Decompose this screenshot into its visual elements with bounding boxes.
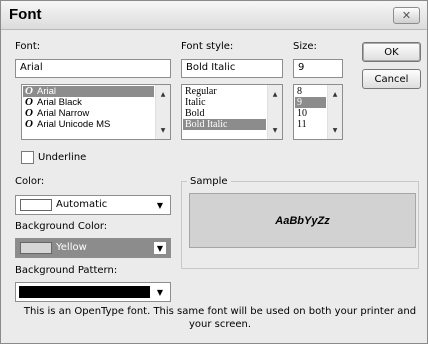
font-name-input[interactable]: Arial: [15, 59, 171, 78]
background-color-swatch: [20, 242, 52, 254]
underline-label[interactable]: Underline: [38, 152, 86, 163]
color-swatch: [20, 199, 52, 211]
size-list[interactable]: 8 9 10 11 ▲ ▼: [293, 84, 343, 140]
chevron-down-icon[interactable]: ▼: [154, 286, 166, 298]
font-style-input[interactable]: Bold Italic: [181, 59, 283, 78]
font-list-scrollbar[interactable]: ▲ ▼: [155, 85, 170, 139]
scroll-down-icon[interactable]: ▼: [156, 123, 170, 137]
list-item[interactable]: Bold: [183, 108, 266, 119]
font-list-item[interactable]: O Arial Narrow: [23, 108, 154, 120]
background-color-value: Yellow: [56, 242, 87, 253]
background-color-dropdown[interactable]: Yellow ▼: [15, 238, 171, 258]
font-style-list[interactable]: Regular Italic Bold Bold Italic ▲ ▼: [181, 84, 283, 140]
list-item[interactable]: 8: [295, 86, 326, 97]
cancel-button[interactable]: Cancel: [362, 69, 421, 89]
background-pattern-dropdown[interactable]: ▼: [15, 282, 171, 302]
close-button[interactable]: ✕: [393, 7, 420, 24]
font-label: Font:: [15, 41, 41, 52]
list-item[interactable]: 11: [295, 119, 326, 130]
close-icon: ✕: [401, 9, 412, 22]
font-list-item-label: Arial Unicode MS: [37, 119, 111, 130]
font-list-item-label: Arial: [37, 86, 57, 97]
dialog-title: Font: [9, 6, 42, 23]
list-item[interactable]: Italic: [183, 97, 266, 108]
font-list-items: O Arial O Arial Black O Arial Narrow O Arial Un…: [23, 86, 154, 138]
size-scrollbar[interactable]: ▲ ▼: [327, 85, 342, 139]
list-item[interactable]: Bold Italic: [183, 119, 266, 130]
scroll-up-icon[interactable]: ▲: [328, 87, 342, 101]
font-list-item[interactable]: O Arial: [23, 86, 154, 97]
font-style-label: Font style:: [181, 41, 234, 52]
background-color-label: Background Color:: [15, 221, 108, 232]
scroll-up-icon[interactable]: ▲: [156, 87, 170, 101]
color-label: Color:: [15, 176, 45, 187]
color-dropdown[interactable]: Automatic ▼: [15, 195, 171, 215]
background-pattern-label: Background Pattern:: [15, 265, 118, 276]
opentype-icon: O: [25, 118, 33, 130]
font-list-item-label: Arial Narrow: [37, 108, 90, 119]
size-list-items: 8 9 10 11: [295, 86, 326, 138]
scroll-down-icon[interactable]: ▼: [328, 123, 342, 137]
list-item[interactable]: 9: [295, 97, 326, 108]
scroll-down-icon[interactable]: ▼: [268, 123, 282, 137]
title-bar[interactable]: Font ✕: [1, 1, 427, 30]
font-style-list-items: Regular Italic Bold Bold Italic: [183, 86, 266, 138]
font-info-text: This is an OpenType font. This same font…: [23, 306, 417, 330]
chevron-down-icon[interactable]: ▼: [154, 199, 166, 211]
font-list-item-label: Arial Black: [37, 97, 82, 108]
size-label: Size:: [293, 41, 317, 52]
sample-label: Sample: [187, 176, 231, 187]
font-dialog: Font ✕ Font: Arial O Arial O Arial Black O Ar…: [0, 0, 428, 344]
ok-button[interactable]: OK: [362, 42, 421, 62]
size-input[interactable]: 9: [293, 59, 343, 78]
color-value: Automatic: [56, 199, 108, 210]
font-list-item[interactable]: O Arial Unicode MS: [23, 118, 154, 131]
font-list[interactable]: O Arial O Arial Black O Arial Narrow O Arial Un…: [21, 84, 171, 140]
sample-preview: AaBbYyZz: [189, 193, 416, 248]
chevron-down-icon[interactable]: ▼: [154, 242, 166, 254]
background-pattern-swatch: [19, 286, 150, 298]
font-list-item[interactable]: O Arial Black: [23, 97, 154, 109]
list-item[interactable]: Regular: [183, 86, 266, 97]
list-item[interactable]: 10: [295, 108, 326, 119]
font-style-scrollbar[interactable]: ▲ ▼: [267, 85, 282, 139]
scroll-up-icon[interactable]: ▲: [268, 87, 282, 101]
underline-checkbox[interactable]: [21, 151, 34, 164]
